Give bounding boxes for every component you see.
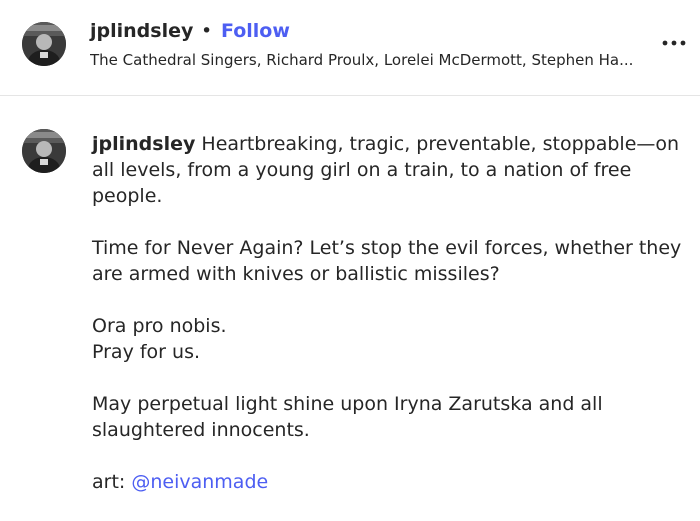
caption-line: Pray for us. [92,341,201,363]
artist-mention-link[interactable]: @neivanmade [131,471,268,493]
caption-paragraph: May perpetual light shine upon Iryna Zar… [92,393,603,441]
post-caption: jplindsley Heartbreaking, tragic, preven… [92,131,687,521]
avatar[interactable] [22,129,66,173]
username-link[interactable]: jplindsley [90,17,193,45]
caption-username-link[interactable]: jplindsley [92,133,195,155]
audio-attribution[interactable]: The Cathedral Singers, Richard Proulx, L… [90,49,645,71]
separator-dot: • [201,20,213,42]
art-label: art: [92,471,126,493]
follow-button[interactable]: Follow [221,17,290,45]
caption-paragraph: Ora pro nobis. Pray for us. [92,313,687,365]
post-body: jplindsley Heartbreaking, tragic, preven… [0,96,700,493]
caption-paragraph: Time for Never Again? Let’s stop the evi… [92,237,682,285]
caption-line: Ora pro nobis. [92,315,227,337]
more-options-icon[interactable] [660,30,688,56]
post-header: jplindsley • Follow The Cathedral Singer… [0,0,700,96]
avatar[interactable] [22,22,66,66]
caption-paragraph: jplindsley Heartbreaking, tragic, preven… [92,131,687,209]
